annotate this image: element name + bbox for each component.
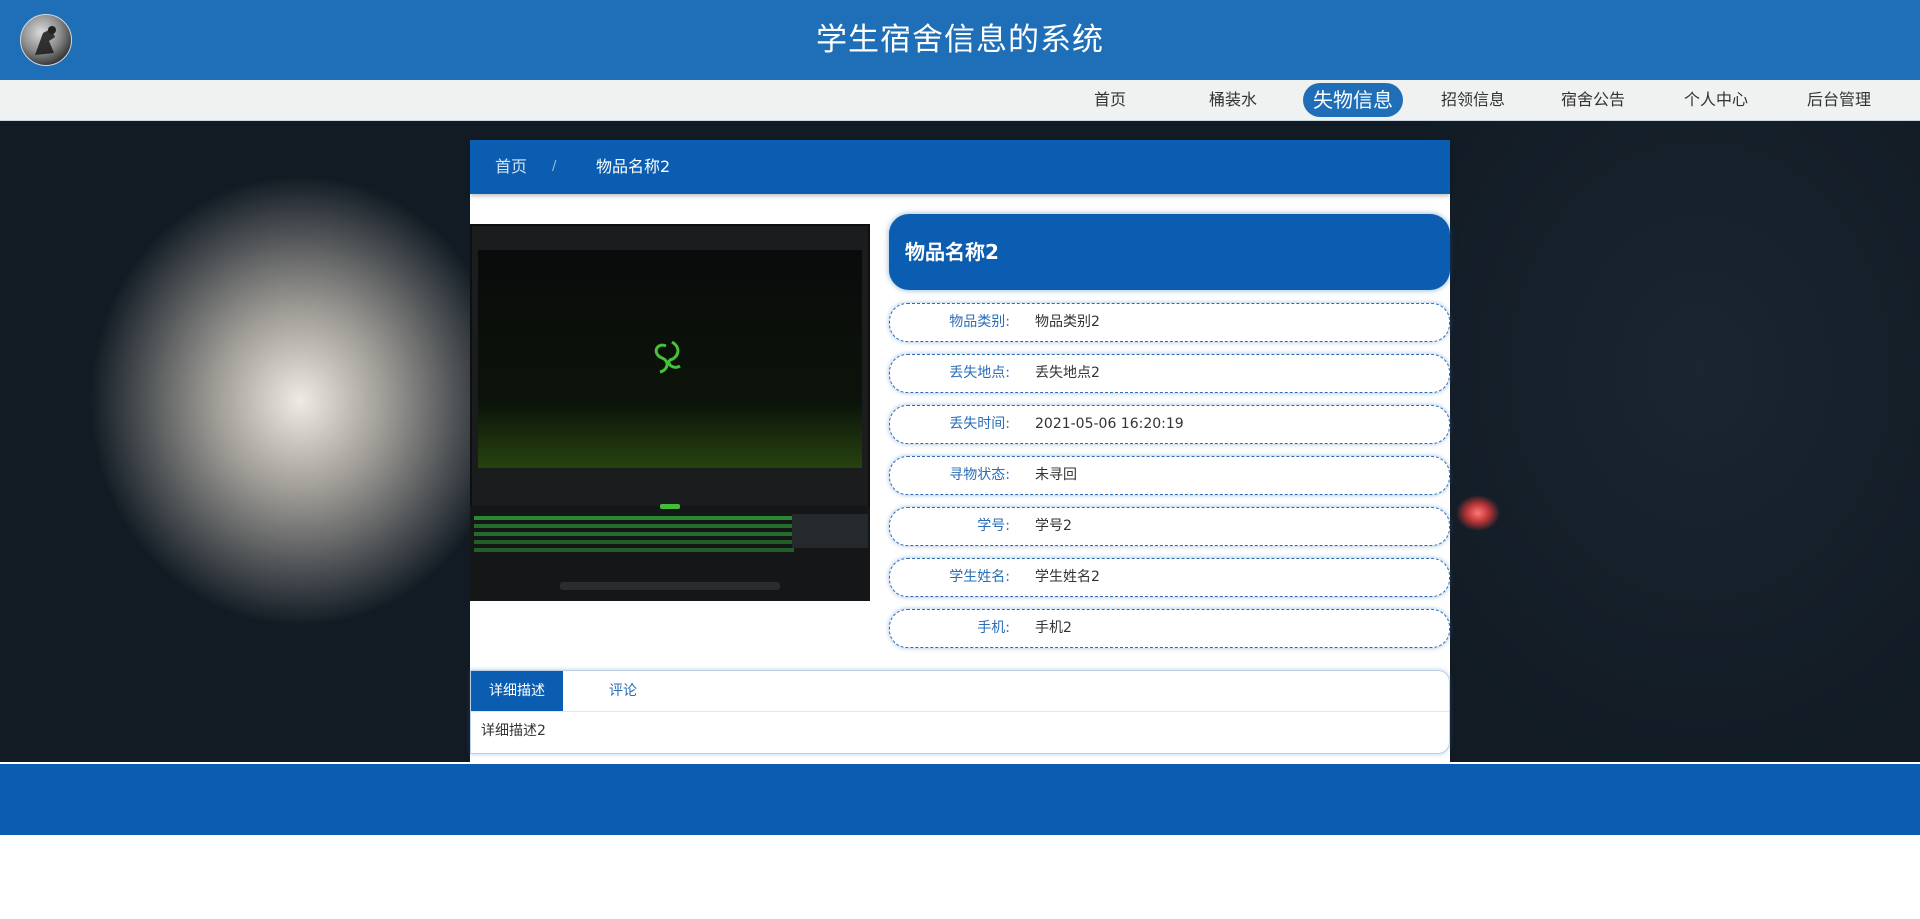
site-header: 学生宿舍信息的系统 <box>0 0 1920 80</box>
product-image <box>470 224 870 601</box>
field-label: 学生姓名: <box>949 569 1010 585</box>
tab-content: 详细描述2 <box>481 723 546 739</box>
nav-item-admin[interactable]: 后台管理 <box>1799 83 1879 117</box>
tab-comments[interactable]: 评论 <box>583 671 663 711</box>
nav-item-lost[interactable]: 失物信息 <box>1303 83 1403 117</box>
field-label: 手机: <box>977 620 1010 636</box>
detail-tabs: 详细描述 评论 详细描述2 <box>470 670 1450 754</box>
nav-item-found[interactable]: 招领信息 <box>1433 83 1513 117</box>
field-label: 物品类别: <box>949 314 1010 330</box>
field-row-time: 丢失时间: 2021-05-06 16:20:19 <box>889 405 1450 444</box>
site-footer <box>0 764 1920 835</box>
field-value: 未寻回 <box>1035 467 1077 483</box>
nav-item-notice[interactable]: 宿舍公告 <box>1553 83 1633 117</box>
field-label: 丢失地点: <box>949 365 1010 381</box>
tab-description[interactable]: 详细描述 <box>471 671 563 711</box>
breadcrumb-current: 物品名称2 <box>596 157 671 176</box>
field-value: 2021-05-06 16:20:19 <box>1035 416 1184 432</box>
field-label: 寻物状态: <box>949 467 1010 483</box>
nav-item-profile[interactable]: 个人中心 <box>1676 83 1756 117</box>
field-value: 手机2 <box>1035 620 1072 636</box>
nav-item-home[interactable]: 首页 <box>1070 83 1150 117</box>
breadcrumb-separator: / <box>552 159 557 174</box>
field-row-category: 物品类别: 物品类别2 <box>889 303 1450 342</box>
field-value: 物品类别2 <box>1035 314 1100 330</box>
breadcrumb-home-link[interactable]: 首页 <box>495 140 527 194</box>
field-row-location: 丢失地点: 丢失地点2 <box>889 354 1450 393</box>
field-row-phone: 手机: 手机2 <box>889 609 1450 648</box>
detail-title-banner: 物品名称2 <box>889 214 1450 290</box>
field-label: 丢失时间: <box>949 416 1010 432</box>
site-title: 学生宿舍信息的系统 <box>816 22 1104 58</box>
content-panel: 首页 / 物品名称2 物品名称2 物品类别: 物品类别2 丢失地点: 丢失地点2… <box>470 140 1450 762</box>
breadcrumb: 首页 / 物品名称2 <box>470 140 1450 194</box>
field-value: 丢失地点2 <box>1035 365 1100 381</box>
tab-header: 详细描述 评论 <box>471 671 1449 712</box>
field-row-student-id: 学号: 学号2 <box>889 507 1450 546</box>
field-value: 学生姓名2 <box>1035 569 1100 585</box>
field-row-status: 寻物状态: 未寻回 <box>889 456 1450 495</box>
nav-item-water[interactable]: 桶装水 <box>1193 83 1273 117</box>
field-value: 学号2 <box>1035 518 1072 534</box>
item-title: 物品名称2 <box>905 240 999 264</box>
field-row-student-name: 学生姓名: 学生姓名2 <box>889 558 1450 597</box>
main-nav: 首页 桶装水 失物信息 招领信息 宿舍公告 个人中心 后台管理 <box>0 80 1920 121</box>
field-label: 学号: <box>977 518 1010 534</box>
